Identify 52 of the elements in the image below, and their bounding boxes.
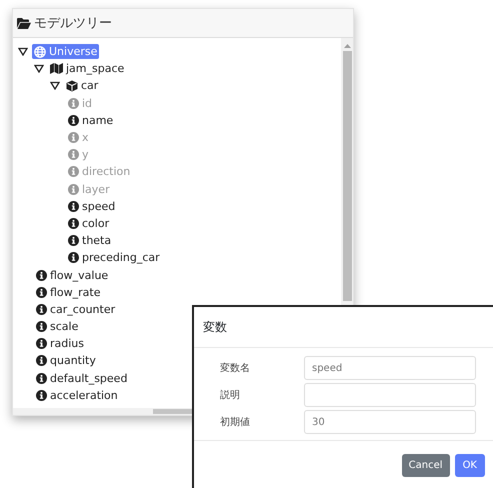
info-icon <box>68 218 79 229</box>
tree-item[interactable]: default_speed <box>34 370 130 386</box>
tree-item[interactable]: jam_space <box>48 61 126 76</box>
tree-item[interactable]: quantity <box>34 353 98 368</box>
input-field[interactable]: 30 <box>304 410 476 434</box>
folder-icon <box>17 18 31 28</box>
dialog-title: 変数 <box>203 318 227 336</box>
field-label: 変数名 <box>220 362 251 375</box>
info-icon <box>68 184 79 195</box>
panel-title: モデルツリー <box>34 15 112 32</box>
map-icon <box>50 63 63 74</box>
collapse-triangle-icon[interactable] <box>18 47 28 56</box>
globe-icon <box>34 46 46 58</box>
info-icon <box>68 98 79 109</box>
info-icon <box>68 149 79 160</box>
info-icon <box>36 338 47 350</box>
tree-item[interactable]: flow_value <box>34 268 110 283</box>
tree-item[interactable]: car <box>64 78 100 94</box>
tree-item[interactable]: color <box>66 216 112 231</box>
collapse-triangle-icon[interactable] <box>34 64 44 74</box>
field-label: 初期値 <box>220 416 251 429</box>
tree-item[interactable]: acceleration <box>34 388 120 403</box>
tree-item[interactable]: speed <box>66 198 118 214</box>
info-icon <box>36 355 47 366</box>
tree-item[interactable]: flow_rate <box>34 284 102 300</box>
cancel-button[interactable]: Cancel <box>402 454 450 476</box>
input-field[interactable] <box>304 383 476 407</box>
field-label: 説明 <box>220 388 241 402</box>
tree-item[interactable]: radius <box>34 336 86 352</box>
info-icon <box>36 372 47 384</box>
tree-item[interactable]: name <box>66 112 116 128</box>
tree-item[interactable]: car_counter <box>34 302 118 317</box>
info-icon <box>68 132 79 144</box>
scroll-up-arrow-icon[interactable] <box>344 44 350 48</box>
info-icon <box>36 270 47 281</box>
collapse-triangle-icon[interactable] <box>50 81 60 90</box>
info-icon <box>68 166 79 178</box>
info-icon <box>36 390 47 401</box>
info-icon <box>68 114 79 126</box>
info-icon <box>68 252 79 264</box>
tree-item[interactable]: theta <box>66 233 114 248</box>
info-icon <box>68 200 79 212</box>
info-icon <box>36 286 47 298</box>
info-icon <box>36 304 47 315</box>
cube-icon <box>66 80 78 92</box>
tree-item[interactable]: preceding_car <box>66 250 162 266</box>
info-icon <box>36 321 47 332</box>
tree-item[interactable]: Universe <box>32 44 100 60</box>
tree-item[interactable]: scale <box>34 319 80 334</box>
ok-button[interactable]: OK <box>454 454 485 476</box>
input-field[interactable]: speed <box>304 356 476 380</box>
info-icon <box>68 235 79 246</box>
